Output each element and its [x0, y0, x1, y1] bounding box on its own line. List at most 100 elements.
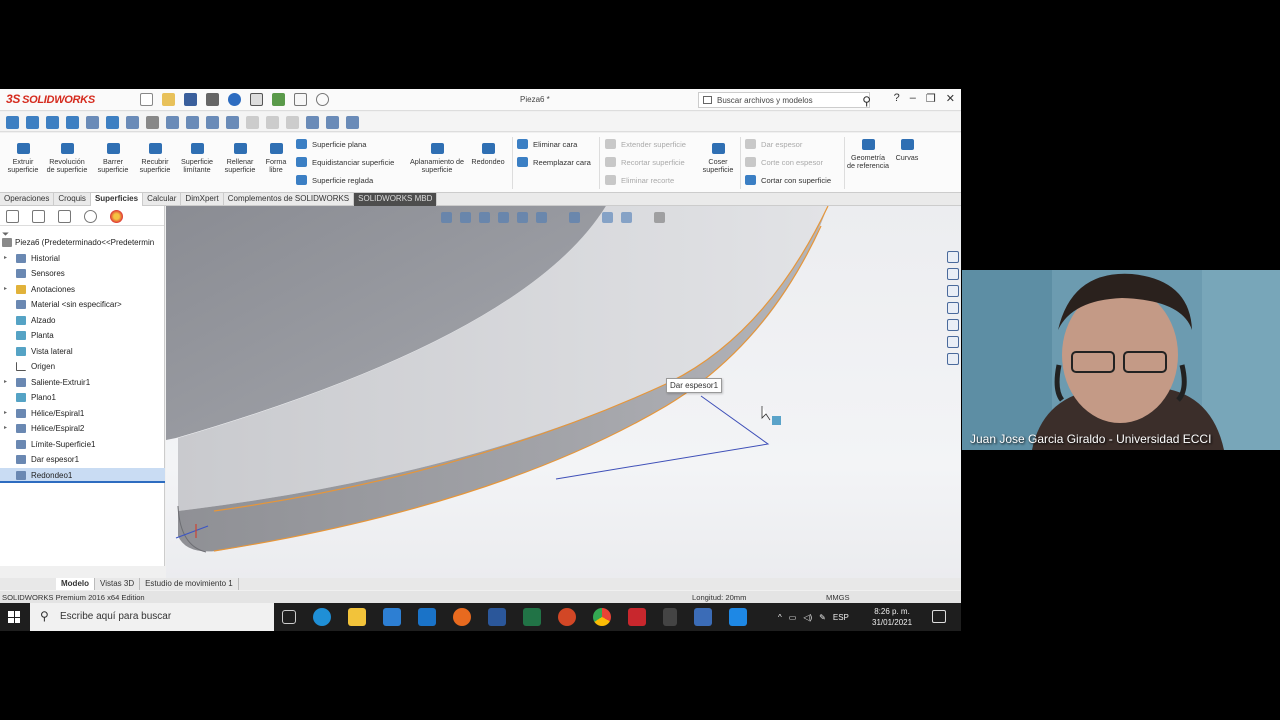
view-settings-icon[interactable] [654, 212, 665, 223]
file-explorer-icon[interactable] [348, 608, 366, 626]
shape-icon[interactable] [86, 116, 99, 129]
notification-icon[interactable] [932, 610, 946, 623]
units-selector[interactable]: MMGS [826, 593, 850, 602]
hide-show-icon[interactable] [569, 212, 580, 223]
tab-superficies[interactable]: Superficies [90, 193, 144, 206]
tree-item[interactable]: Plano1 [0, 390, 165, 406]
offset-surface-button[interactable]: Equidistanciar superficie [296, 157, 394, 167]
boundary-surface-button[interactable]: Superficie limítante [177, 143, 217, 174]
search-input[interactable]: Buscar archivos y modelos ⚲ [698, 92, 871, 108]
tree-item[interactable]: Vista lateral [0, 344, 165, 360]
appearances-icon[interactable] [947, 319, 959, 331]
planar-surface-button[interactable]: Superficie plana [296, 139, 366, 149]
clock[interactable]: 8:26 p. m. 31/01/2021 [872, 606, 912, 628]
tab-motion-study[interactable]: Estudio de movimiento 1 [140, 578, 239, 590]
zoom-fit-icon[interactable] [441, 212, 452, 223]
rebuild-icon[interactable] [272, 93, 285, 106]
tab-modelo[interactable]: Modelo [56, 578, 95, 590]
chevron-up-icon[interactable]: ^ [778, 613, 782, 622]
fill-surface-button[interactable]: Rellenar superficie [220, 143, 260, 174]
expand-arrow-icon[interactable]: ▸ [4, 282, 7, 298]
tab-scroll-controls[interactable] [0, 578, 56, 590]
feature-icon[interactable] [226, 116, 239, 129]
view-palette-icon[interactable] [947, 302, 959, 314]
dimxpert-manager-icon[interactable] [84, 210, 97, 223]
undo-icon[interactable] [228, 93, 241, 106]
knit-surface-button[interactable]: Coser superficie [698, 143, 738, 174]
section-view-icon[interactable] [498, 212, 509, 223]
appearance-icon[interactable] [602, 212, 613, 223]
delete-face-button[interactable]: Eliminar cara [517, 139, 577, 149]
flatten-surface-button[interactable]: Aplanamiento de superficie [410, 143, 464, 174]
tab-croquis[interactable]: Croquis [54, 193, 91, 206]
app-icon[interactable] [663, 608, 677, 626]
expand-arrow-icon[interactable]: ▸ [4, 251, 7, 267]
mirror-icon[interactable] [166, 116, 179, 129]
reference-geometry-button[interactable]: Geometría de referencia [847, 139, 889, 170]
tree-item[interactable]: Alzado [0, 313, 165, 329]
view-icon[interactable] [6, 116, 19, 129]
configuration-manager-icon[interactable] [58, 210, 71, 223]
new-file-icon[interactable] [140, 93, 153, 106]
freeform-button[interactable]: Forma libre [262, 143, 290, 174]
word-icon[interactable] [488, 608, 506, 626]
display-style-icon[interactable] [536, 212, 547, 223]
feature-icon[interactable] [206, 116, 219, 129]
arrow-down-icon[interactable] [46, 116, 59, 129]
gear-icon[interactable] [316, 93, 329, 106]
feature-manager-icon[interactable] [6, 210, 19, 223]
tree-item[interactable]: Límite-Superficie1 [0, 437, 165, 453]
fillet-button[interactable]: Redondeo [468, 143, 508, 166]
cylinder-icon[interactable] [126, 116, 139, 129]
tab-operaciones[interactable]: Operaciones [0, 193, 55, 206]
task-view-icon[interactable] [282, 610, 296, 624]
expand-arrow-icon[interactable]: ▸ [4, 375, 7, 391]
feature-icon[interactable] [186, 116, 199, 129]
scene-icon[interactable] [621, 212, 632, 223]
tree-item[interactable]: Material <sin especificar> [0, 297, 165, 313]
tree-root-part[interactable]: Pieza6 (Predeterminado<<Predetermin [0, 235, 165, 251]
mail-icon[interactable] [418, 608, 436, 626]
tree-item[interactable]: ▸ Saliente-Extruir1 [0, 375, 165, 391]
restore-icon[interactable]: ❐ [926, 92, 936, 105]
firefox-icon[interactable] [453, 608, 471, 626]
tab-calcular[interactable]: Calcular [143, 193, 182, 206]
graphics-area[interactable]: Dar espesor1 [166, 206, 961, 578]
custom-properties-icon[interactable] [947, 336, 959, 348]
expand-arrow-icon[interactable]: ▸ [4, 406, 7, 422]
loft-surface-button[interactable]: Recubrir superficie [135, 143, 175, 174]
print-icon[interactable] [206, 93, 219, 106]
solidworks-taskbar-icon[interactable] [628, 608, 646, 626]
tree-item[interactable]: ▸ Hélice/Espiral2 [0, 421, 165, 437]
minimize-icon[interactable]: – [910, 92, 916, 105]
tree-item[interactable]: Sensores [0, 266, 165, 282]
zoom-area-icon[interactable] [460, 212, 471, 223]
volume-icon[interactable]: ◁) [803, 613, 812, 622]
box-icon[interactable] [106, 116, 119, 129]
tree-item[interactable]: Origen [0, 359, 165, 375]
tree-item[interactable]: Planta [0, 328, 165, 344]
tree-item[interactable]: ▸ Hélice/Espiral1 [0, 406, 165, 422]
edge-icon[interactable] [313, 608, 331, 626]
design-library-icon[interactable] [947, 268, 959, 280]
tree-item-selected[interactable]: Redondeo1 [0, 467, 165, 483]
surface-cut-button[interactable]: Cortar con superficie [745, 175, 831, 185]
close-icon[interactable]: ✕ [946, 92, 955, 105]
open-folder-icon[interactable] [162, 93, 175, 106]
file-properties-icon[interactable] [294, 93, 307, 106]
home-icon[interactable] [947, 251, 959, 263]
pen-icon[interactable]: ✎ [819, 613, 826, 622]
tree-item[interactable]: Dar espesor1 [0, 452, 165, 468]
file-explorer-icon[interactable] [947, 285, 959, 297]
zoom-icon[interactable] [729, 608, 747, 626]
language-indicator[interactable]: ESP [833, 613, 849, 622]
sweep-surface-button[interactable]: Barrer superficie [93, 143, 133, 174]
forum-icon[interactable] [947, 353, 959, 365]
replace-face-button[interactable]: Reemplazar cara [517, 157, 591, 167]
shape-icon[interactable] [66, 116, 79, 129]
display-manager-icon[interactable] [110, 210, 123, 223]
expand-arrow-icon[interactable]: ▸ [4, 421, 7, 437]
windows-start-icon[interactable] [8, 611, 20, 623]
tab-complementos[interactable]: Complementos de SOLIDWORKS [224, 193, 355, 206]
property-manager-icon[interactable] [32, 210, 45, 223]
